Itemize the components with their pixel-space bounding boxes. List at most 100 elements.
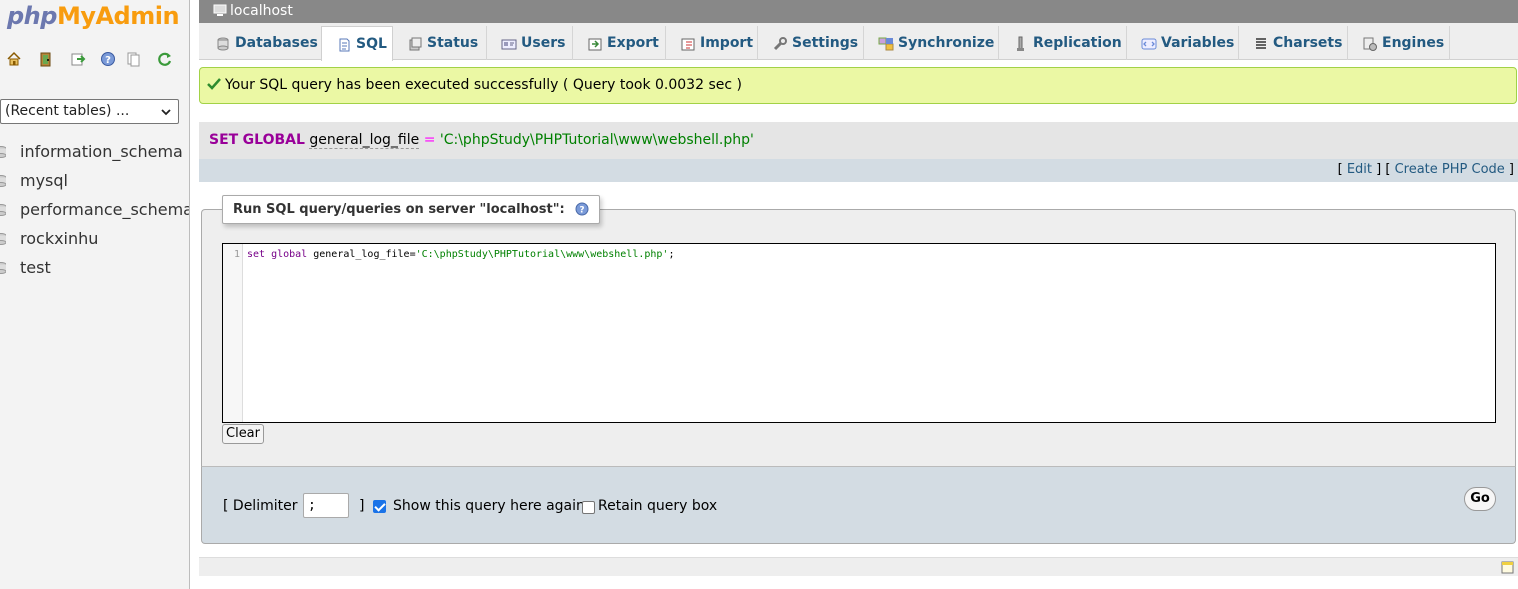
database-name: mysql — [20, 171, 68, 190]
tab-label: Export — [607, 35, 659, 51]
server-breadcrumb-link[interactable]: localhost — [230, 3, 293, 19]
sql-string-value: 'C:\phpStudy\PHPTutorial\www\webshell.ph… — [439, 132, 754, 148]
database-item-rockxinhu[interactable]: rockxinhu — [0, 229, 189, 251]
recent-tables-value: (Recent tables) ... — [5, 103, 130, 119]
clear-button[interactable]: Clear — [222, 424, 264, 444]
database-item-test[interactable]: test — [0, 258, 189, 280]
edit-link[interactable]: Edit — [1347, 162, 1372, 177]
server-breadcrumb-bar: localhost — [199, 0, 1518, 23]
sql-query-editor[interactable]: 1 set global general_log_file='C:\phpStu… — [222, 243, 1496, 423]
console-bar — [199, 557, 1518, 576]
database-name: performance_schema — [20, 200, 190, 219]
bracket-text: [ — [1337, 162, 1343, 177]
database-icon — [0, 175, 6, 187]
retain-query-box-checkbox[interactable] — [582, 501, 595, 514]
tab-import[interactable]: Import — [666, 26, 758, 60]
line-number: 1 — [234, 249, 241, 260]
database-name: test — [20, 258, 51, 277]
replication-icon — [1017, 36, 1024, 51]
tab-replication[interactable]: Replication — [999, 26, 1127, 60]
exit-icon[interactable] — [38, 51, 54, 67]
create-php-code-link[interactable]: Create PHP Code — [1395, 162, 1505, 177]
tab-label: Databases — [235, 35, 318, 51]
synchronize-icon — [878, 37, 894, 51]
query-window-icon[interactable] — [70, 51, 86, 67]
tab-databases[interactable]: Databases — [201, 26, 322, 60]
tab-label: SQL — [356, 36, 387, 52]
delimiter-bracket: ] — [359, 498, 365, 514]
help-icon[interactable]: ? — [575, 202, 589, 216]
users-icon — [501, 39, 517, 50]
navigation-panel: phpMyAdmin ? (Recent tables) ... informa… — [0, 0, 190, 589]
line-number-gutter: 1 — [223, 244, 243, 422]
tab-label: Replication — [1033, 35, 1122, 51]
executed-query: SET GLOBAL general_log_file = 'C:\phpStu… — [209, 132, 754, 149]
sql-operator: = — [423, 132, 436, 148]
database-icon — [0, 146, 6, 158]
code-text: ; — [668, 249, 675, 260]
home-icon[interactable] — [6, 51, 22, 67]
database-name: information_schema — [20, 142, 183, 161]
tab-label: Engines — [1382, 35, 1445, 51]
tab-synchronize[interactable]: Synchronize — [864, 26, 999, 60]
reload-icon[interactable] — [157, 51, 173, 67]
tab-export[interactable]: Export — [573, 26, 666, 60]
recent-tables-select[interactable]: (Recent tables) ... — [0, 99, 179, 124]
engines-icon — [1363, 37, 1377, 51]
sql-icon — [339, 38, 350, 52]
retain-query-box-label[interactable]: Retain query box — [598, 498, 717, 514]
variables-icon — [1141, 38, 1157, 50]
tab-engines[interactable]: Engines — [1348, 26, 1450, 60]
executed-query-box: SET GLOBAL general_log_file = 'C:\phpStu… — [199, 122, 1518, 159]
server-icon — [213, 4, 227, 16]
database-icon — [0, 262, 6, 274]
database-item-performance-schema[interactable]: performance_schema — [0, 200, 190, 222]
tab-charsets[interactable]: Charsets — [1239, 26, 1348, 60]
logo-text-myadmin: MyAdmin — [56, 2, 180, 30]
tab-sql[interactable]: SQL — [321, 26, 393, 61]
editor-code-line: set global general_log_file='C:\phpStudy… — [247, 249, 675, 260]
go-button[interactable]: Go — [1464, 487, 1496, 511]
bracket-text: ] — [1508, 162, 1514, 177]
tab-label: Settings — [792, 35, 859, 51]
bracket-text: ] [ — [1376, 162, 1391, 177]
docs-icon[interactable]: ? — [100, 51, 116, 67]
legend-text: Run SQL query/queries on server "localho… — [233, 202, 565, 217]
show-query-checkbox[interactable] — [373, 500, 386, 513]
sql-keyword-set-link[interactable]: SET — [209, 132, 238, 148]
success-text: Your SQL query has been executed success… — [225, 77, 742, 93]
delimiter-input[interactable]: ; — [303, 493, 349, 518]
import-icon — [681, 38, 695, 51]
phpmyadmin-logo[interactable]: phpMyAdmin — [7, 2, 180, 30]
databases-icon — [217, 37, 229, 51]
tab-label: Charsets — [1273, 35, 1343, 51]
tab-variables[interactable]: Variables — [1127, 26, 1239, 60]
tab-users[interactable]: Users — [487, 26, 573, 60]
database-item-mysql[interactable]: mysql — [0, 171, 189, 193]
svg-text:?: ? — [580, 205, 585, 215]
success-message: Your SQL query has been executed success… — [199, 67, 1517, 104]
svg-text:?: ? — [105, 55, 111, 66]
tab-label: Import — [700, 35, 754, 51]
delimiter-value: ; — [308, 498, 316, 513]
tab-label: Users — [521, 35, 566, 51]
tab-label: Variables — [1161, 35, 1235, 51]
code-keyword: set — [247, 249, 266, 260]
show-query-label[interactable]: Show this query here again — [393, 498, 585, 514]
database-item-information-schema[interactable]: information_schema — [0, 142, 189, 164]
status-icon — [409, 37, 422, 51]
code-string: 'C:\phpStudy\PHPTutorial\www\webshell.ph… — [415, 249, 669, 260]
delimiter-label: [ Delimiter — [223, 498, 298, 514]
sql-docs-icon[interactable] — [125, 51, 141, 67]
console-icon[interactable] — [1501, 561, 1514, 574]
tab-status[interactable]: Status — [393, 26, 487, 60]
sql-variable: general_log_file — [309, 132, 420, 149]
chevron-down-icon — [161, 109, 171, 116]
tab-settings[interactable]: Settings — [758, 26, 864, 60]
code-text: general_log_file= — [307, 249, 416, 260]
database-icon — [0, 233, 6, 245]
sql-keyword-global-link[interactable]: GLOBAL — [243, 132, 305, 148]
query-options-bar: [ Delimiter ; ] Show this query here aga… — [201, 466, 1516, 544]
tab-label: Synchronize — [898, 35, 995, 51]
code-keyword: global — [265, 249, 308, 260]
